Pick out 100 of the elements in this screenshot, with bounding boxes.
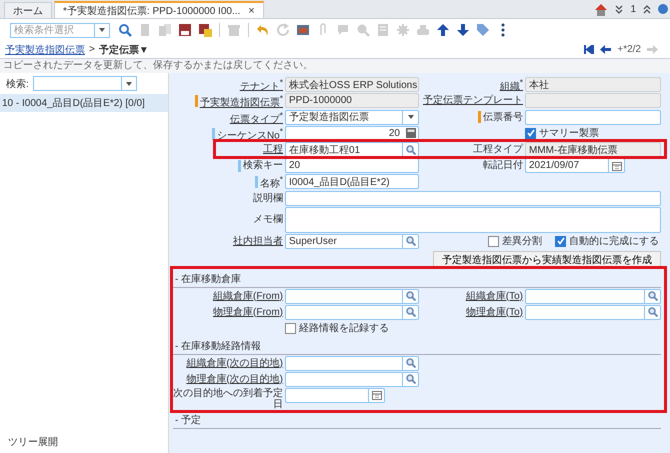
search-label: 検索: <box>6 78 29 90</box>
up-arrow-icon <box>436 23 450 37</box>
search-field[interactable]: 検索条件選択 <box>10 22 110 38</box>
calendar-icon[interactable] <box>612 160 622 171</box>
search-icon[interactable] <box>406 358 416 368</box>
copy-icon <box>158 23 172 37</box>
lookup-field[interactable]: 在庫移動工程01 <box>285 142 419 158</box>
home-icon[interactable] <box>594 2 608 16</box>
toolbar-button[interactable] <box>116 21 134 39</box>
text-field[interactable]: MMM-在庫移動伝票 <box>525 142 661 158</box>
lookup-field[interactable] <box>525 304 661 320</box>
section-title[interactable]: - 在庫移動経路情報 <box>175 340 262 352</box>
breadcrumb-separator: > <box>89 44 95 55</box>
settings-icon <box>396 23 410 37</box>
archive-icon <box>227 23 241 37</box>
text-field[interactable] <box>525 110 661 125</box>
first-record-button[interactable] <box>584 45 594 54</box>
checkbox-label: サマリー製票 <box>539 126 599 140</box>
field-link[interactable]: 物理倉庫(From) <box>213 306 283 318</box>
caret-icon <box>126 82 132 86</box>
text-area[interactable] <box>285 206 661 233</box>
search-icon[interactable] <box>406 236 416 246</box>
section-title[interactable]: - 在庫移動倉庫 <box>175 274 242 285</box>
avatar-icon[interactable] <box>658 4 668 14</box>
field-label: 検索キー <box>243 160 283 172</box>
search-icon[interactable] <box>648 291 658 302</box>
field-link[interactable]: 組織倉庫(From) <box>213 290 283 302</box>
field-label: シーケンスNo$^{*}$ <box>216 126 283 142</box>
text-field[interactable]: 本社 <box>525 77 661 92</box>
caret-icon[interactable] <box>408 115 414 120</box>
search-field[interactable] <box>32 76 137 91</box>
check-icon <box>526 129 534 138</box>
field-link[interactable]: 物理倉庫(To) <box>466 306 523 318</box>
checkbox[interactable] <box>285 322 296 334</box>
record-counter: +*2/2 <box>617 44 641 55</box>
checkbox[interactable] <box>488 236 499 247</box>
field-label: メモ欄 <box>253 214 283 226</box>
down-arrow-icon <box>456 23 470 37</box>
checkbox[interactable] <box>555 236 566 247</box>
checkbox[interactable] <box>525 128 536 139</box>
report-icon <box>376 23 390 37</box>
save-icon <box>178 23 192 37</box>
text-field[interactable]: 20 <box>285 158 419 174</box>
field-label: 次の目的地への到着予定日 <box>173 388 283 410</box>
number-field[interactable]: 20 <box>285 126 419 141</box>
tree-item[interactable]: 10 - I0004_品目D(品目E*2) [0/0] <box>0 94 168 112</box>
toolbar-button[interactable] <box>196 21 214 39</box>
text-field[interactable]: 株式会社OSS ERP Solutions <box>285 77 419 92</box>
date-field[interactable]: 2021/09/07 <box>525 158 625 174</box>
chevron-up-icon[interactable] <box>643 4 651 14</box>
text-field[interactable]: I0004_品目D(品目E*2) <box>285 174 419 190</box>
field-link[interactable]: 予定伝票テンプレート <box>423 95 523 106</box>
first-record-icon <box>584 45 594 54</box>
toolbar-button[interactable] <box>176 21 194 39</box>
document-icon <box>138 23 152 37</box>
checkbox-label: 差異分割 <box>502 234 542 248</box>
check-icon <box>556 237 564 246</box>
section-title[interactable]: - 予定 <box>175 414 202 426</box>
search-icon[interactable] <box>406 307 416 318</box>
double-chevron-icon[interactable] <box>615 4 624 14</box>
tab[interactable]: *予実製造指図伝票: PPD-1000000 I00... × <box>54 1 264 18</box>
search-icon[interactable] <box>406 374 416 384</box>
field-link[interactable]: 物理倉庫(次の目的地) <box>186 374 283 385</box>
field-link[interactable]: 工程 <box>263 144 283 156</box>
text-field[interactable]: PPD-1000000 <box>285 93 419 108</box>
printer-icon <box>416 23 430 37</box>
lookup-field[interactable]: SuperUser <box>285 234 419 249</box>
text-field[interactable] <box>285 190 661 206</box>
text-field[interactable] <box>525 93 661 108</box>
dropdown[interactable]: 予定製造指図伝票 <box>285 110 419 125</box>
refresh-icon <box>276 23 290 37</box>
field-link[interactable]: テナント$^{*}$ <box>240 77 283 92</box>
previous-record-button[interactable] <box>600 45 612 54</box>
search-icon[interactable] <box>648 307 658 318</box>
date-field[interactable] <box>285 388 385 403</box>
checkbox-label: 自動的に完成にする <box>569 234 659 248</box>
breadcrumb-current[interactable]: 予定伝票▼ <box>98 42 149 56</box>
lookup-field[interactable] <box>525 288 661 304</box>
tab[interactable]: ホーム <box>4 2 52 18</box>
close-button[interactable]: × <box>248 4 255 16</box>
search-icon[interactable] <box>406 144 416 155</box>
field-link[interactable]: 社内担当者 <box>233 236 283 247</box>
undo-icon <box>256 23 270 37</box>
lookup-field[interactable] <box>285 372 419 387</box>
calculator-icon[interactable] <box>406 128 416 138</box>
field-link[interactable]: 組織倉庫(次の目的地) <box>186 358 283 369</box>
breadcrumb-link[interactable]: 予実製造指図伝票 <box>5 42 85 56</box>
field-link[interactable]: 予実製造指図伝票$^{*}$ <box>200 93 283 109</box>
field-link[interactable]: 伝票タイプ$^{*}$ <box>230 110 283 125</box>
field-link[interactable]: 組織倉庫(To) <box>466 290 523 302</box>
search-icon <box>118 23 132 37</box>
status-message: コピーされたデータを更新して、保存するかまたは戻してください。 <box>0 59 670 73</box>
field-link[interactable]: 組織$^{*}$ <box>500 77 523 92</box>
calendar-icon[interactable] <box>372 390 382 400</box>
tree-expand-link[interactable]: ツリー展開 <box>0 435 58 453</box>
field-label: 名称$^{*}$ <box>260 174 283 190</box>
lookup-field[interactable] <box>285 288 419 304</box>
lookup-field[interactable] <box>285 356 419 371</box>
search-icon[interactable] <box>406 291 416 302</box>
lookup-field[interactable] <box>285 304 419 320</box>
